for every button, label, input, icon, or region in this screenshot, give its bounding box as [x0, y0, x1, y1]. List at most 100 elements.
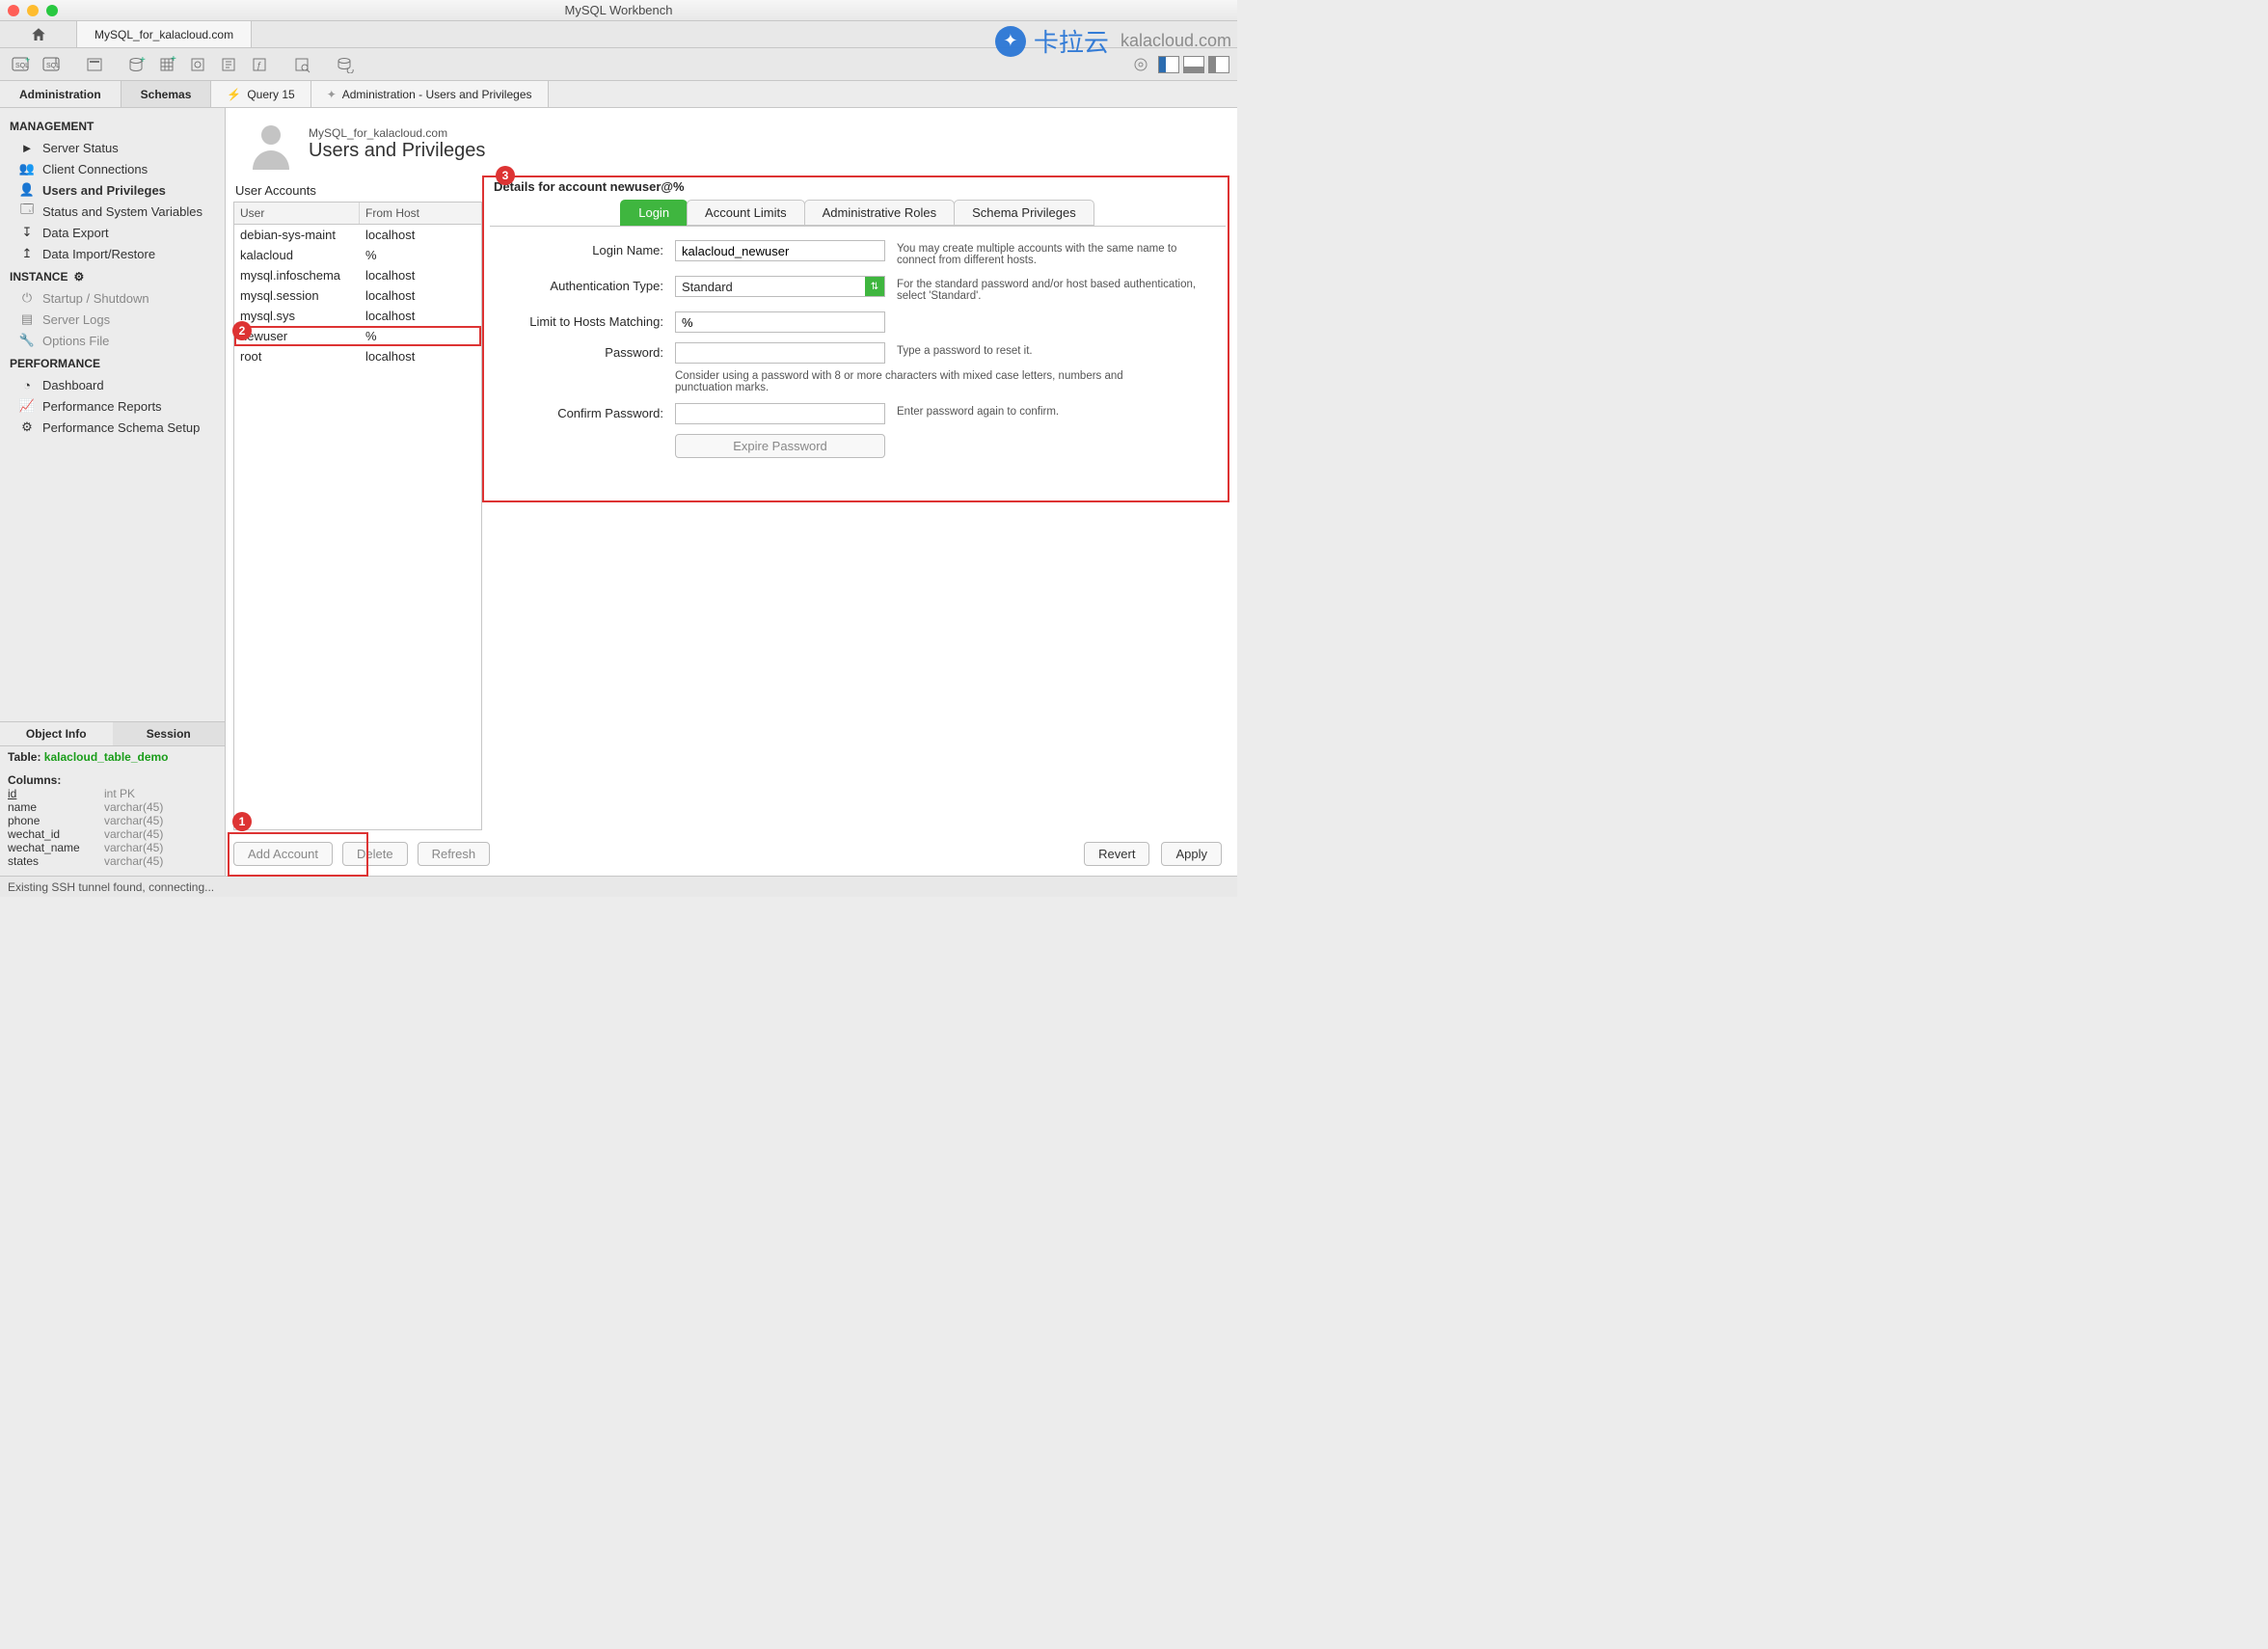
setup-icon: ⚙ — [19, 419, 35, 435]
new-view-icon[interactable] — [185, 52, 212, 77]
nav-item-label: Server Logs — [42, 312, 110, 327]
confirm-password-field[interactable] — [675, 403, 885, 424]
new-function-icon[interactable]: ƒ — [247, 52, 274, 77]
new-procedure-icon[interactable] — [216, 52, 243, 77]
nav-section-header: INSTANCE ⚙ — [0, 264, 225, 287]
column-row: statesvarchar(45) — [8, 854, 217, 868]
titlebar: MySQL Workbench — [0, 0, 1237, 21]
navigator-tree: MANAGEMENT►Server Status👥Client Connecti… — [0, 108, 225, 442]
expire-password-button[interactable]: Expire Password — [675, 434, 885, 458]
column-row: namevarchar(45) — [8, 800, 217, 814]
open-sql-icon[interactable]: SQL — [39, 52, 66, 77]
editor-tabs: Administration Schemas ⚡ Query 15 ✦ Admi… — [0, 81, 1237, 108]
tab-schema-privileges[interactable]: Schema Privileges — [954, 200, 1094, 226]
auth-type-select[interactable]: Standard ⇅ — [675, 276, 885, 297]
nav-item-label: Server Status — [42, 141, 119, 155]
user-accounts-grid[interactable]: User From Host debian-sys-maintlocalhost… — [233, 202, 482, 830]
inspector-icon[interactable] — [81, 52, 108, 77]
password-field[interactable] — [675, 342, 885, 364]
column-type: varchar(45) — [104, 841, 163, 854]
nav-item[interactable]: ↧Data Export — [0, 222, 225, 243]
nav-item-label: Users and Privileges — [42, 183, 166, 198]
tab-admin-users[interactable]: ✦ Administration - Users and Privileges — [311, 81, 549, 107]
user-account-row[interactable]: newuser% — [234, 326, 481, 346]
delete-button[interactable]: Delete — [342, 842, 408, 866]
tab-login[interactable]: Login — [620, 200, 688, 226]
revert-button[interactable]: Revert — [1084, 842, 1149, 866]
nav-item[interactable]: ► Server Status — [0, 137, 225, 158]
cell-host: localhost — [360, 308, 481, 324]
nav-item-label: Performance Schema Setup — [42, 420, 200, 435]
user-account-row[interactable]: mysql.syslocalhost — [234, 306, 481, 326]
col-user: User — [234, 203, 360, 224]
nav-item-label: Dashboard — [42, 378, 104, 392]
user-accounts-panel: User Accounts User From Host debian-sys-… — [233, 179, 482, 830]
tab-session[interactable]: Session — [113, 722, 226, 745]
nav-tab-administration[interactable]: Administration — [0, 81, 122, 107]
logs-icon: ▤ — [19, 311, 35, 327]
callout-2: 2 — [232, 321, 252, 340]
user-account-row[interactable]: kalacloud% — [234, 245, 481, 265]
svg-text:ƒ: ƒ — [256, 61, 262, 71]
callout-1: 1 — [232, 812, 252, 831]
nav-item[interactable]: 🗔Status and System Variables — [0, 201, 225, 222]
auth-type-label: Authentication Type: — [500, 276, 663, 293]
nav-item[interactable]: ⏻ Startup / Shutdown — [0, 287, 225, 309]
wrench-icon: 🔧 — [19, 333, 35, 348]
new-sql-tab-icon[interactable]: SQL+ — [8, 52, 35, 77]
svg-text:+: + — [140, 56, 146, 66]
cell-user: mysql.infoschema — [234, 267, 360, 284]
object-info-table: kalacloud_table_demo — [44, 750, 169, 764]
tab-account-limits[interactable]: Account Limits — [687, 200, 805, 226]
nav-item[interactable]: ⚙ Performance Schema Setup — [0, 417, 225, 438]
nav-item[interactable]: ↥Data Import/Restore — [0, 243, 225, 264]
nav-item-label: Startup / Shutdown — [42, 291, 149, 306]
object-info-panel: Table: kalacloud_table_demo Columns: idi… — [0, 746, 225, 876]
nav-item[interactable]: 🔧Options File — [0, 330, 225, 351]
nav-item[interactable]: 👤 Users and Privileges — [0, 179, 225, 201]
hosts-field[interactable] — [675, 311, 885, 333]
page-crumb: MySQL_for_kalacloud.com — [309, 126, 485, 140]
column-row: phonevarchar(45) — [8, 814, 217, 827]
reconnect-icon[interactable] — [332, 52, 359, 77]
tab-object-info[interactable]: Object Info — [0, 722, 113, 745]
user-account-row[interactable]: debian-sys-maintlocalhost — [234, 225, 481, 245]
play-icon: ► — [19, 140, 35, 155]
sidebar-lower-tabs: Object Info Session — [0, 721, 225, 746]
cell-host: localhost — [360, 287, 481, 304]
home-tab[interactable] — [0, 21, 77, 47]
search-table-icon[interactable] — [289, 52, 316, 77]
content-pane: MySQL_for_kalacloud.com Users and Privil… — [226, 108, 1237, 876]
home-icon — [30, 26, 47, 43]
nav-item[interactable]: 📈Performance Reports — [0, 395, 225, 417]
connection-tab-label: MySQL_for_kalacloud.com — [94, 28, 233, 41]
hosts-label: Limit to Hosts Matching: — [500, 311, 663, 329]
nav-item[interactable]: ◔Dashboard — [0, 374, 225, 395]
tab-admin-roles[interactable]: Administrative Roles — [804, 200, 956, 226]
nav-tab-schemas[interactable]: Schemas — [122, 81, 212, 107]
tab-query[interactable]: ⚡ Query 15 — [211, 81, 310, 107]
nav-item[interactable]: ▤ Server Logs — [0, 309, 225, 330]
status-text: Existing SSH tunnel found, connecting... — [8, 880, 214, 894]
add-account-button[interactable]: Add Account — [233, 842, 333, 866]
apply-button[interactable]: Apply — [1161, 842, 1222, 866]
watermark-domain: kalacloud.com — [1120, 31, 1231, 51]
login-name-field[interactable] — [675, 240, 885, 261]
column-type: varchar(45) — [104, 814, 163, 827]
new-schema-icon[interactable]: + — [123, 52, 150, 77]
user-account-row[interactable]: mysql.infoschemalocalhost — [234, 265, 481, 285]
nav-item[interactable]: 👥Client Connections — [0, 158, 225, 179]
callout-3: 3 — [496, 166, 515, 185]
column-row: wechat_namevarchar(45) — [8, 841, 217, 854]
user-account-row[interactable]: rootlocalhost — [234, 346, 481, 366]
users-icon: 👤 — [19, 182, 35, 198]
user-account-row[interactable]: mysql.sessionlocalhost — [234, 285, 481, 306]
refresh-button[interactable]: Refresh — [418, 842, 491, 866]
people-icon: 👥 — [19, 161, 35, 176]
puzzle-icon: ✦ — [327, 88, 337, 101]
power-icon: ⏻ — [19, 290, 35, 306]
column-row: idint PK — [8, 787, 217, 800]
login-name-label: Login Name: — [500, 240, 663, 257]
connection-tab[interactable]: MySQL_for_kalacloud.com — [77, 21, 252, 47]
new-table-icon[interactable]: + — [154, 52, 181, 77]
